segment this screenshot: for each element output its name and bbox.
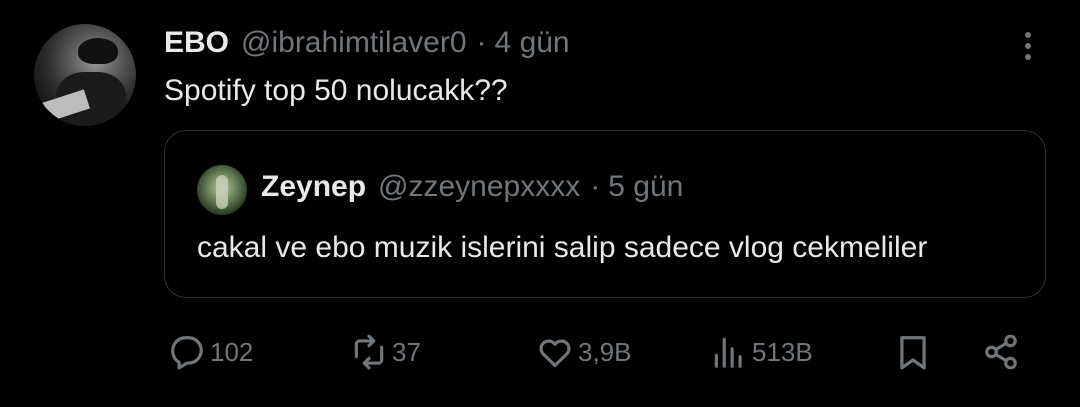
like-button[interactable]: 3,9B (536, 332, 632, 372)
author-handle[interactable]: @ibrahimtilaver0 (241, 26, 467, 60)
bookmark-button[interactable] (894, 332, 932, 372)
share-button[interactable] (982, 332, 1020, 372)
avatar-cap (78, 38, 118, 64)
views-count: 513B (752, 336, 813, 367)
quote-avatar-figure (216, 175, 228, 209)
reply-button[interactable]: 102 (168, 332, 253, 372)
separator-dot: · (476, 26, 487, 59)
quote-header: Zeynep @zzeynepxxxx · 5 gün (261, 169, 683, 205)
author-avatar[interactable] (34, 24, 136, 126)
repost-count: 37 (392, 336, 421, 367)
author-name[interactable]: EBO (164, 26, 229, 60)
more-dot (1025, 54, 1031, 60)
more-dot (1025, 43, 1031, 49)
bookmark-icon (900, 336, 926, 370)
tweet-text: Spotify top 50 nolucakk?? (164, 74, 508, 107)
repost-button[interactable]: 37 (350, 332, 421, 372)
like-count: 3,9B (578, 336, 632, 367)
quoted-tweet[interactable]: Zeynep @zzeynepxxxx · 5 gün cakal ve ebo… (164, 130, 1046, 298)
quote-author-handle: @zzeynepxxxx (378, 170, 581, 203)
views-icon (714, 337, 742, 368)
reply-count: 102 (210, 336, 254, 367)
heart-icon (539, 339, 571, 368)
tweet-timestamp[interactable]: 4 gün (495, 26, 570, 60)
more-icon[interactable] (1016, 28, 1040, 64)
quote-text: cakal ve ebo muzik islerini salip sadece… (197, 231, 928, 264)
quote-timestamp: 5 gün (608, 170, 684, 203)
quote-separator-dot: · (590, 170, 601, 203)
repost-icon (354, 334, 384, 370)
reply-icon (171, 336, 203, 370)
share-icon (985, 334, 1017, 370)
views-button[interactable]: 513B (710, 332, 813, 372)
quote-author-avatar[interactable] (197, 165, 247, 215)
more-dot (1025, 32, 1031, 38)
tweet-header: EBO @ibrahimtilaver0 · 4 gün (164, 26, 570, 60)
quote-author-name: Zeynep (261, 170, 367, 203)
